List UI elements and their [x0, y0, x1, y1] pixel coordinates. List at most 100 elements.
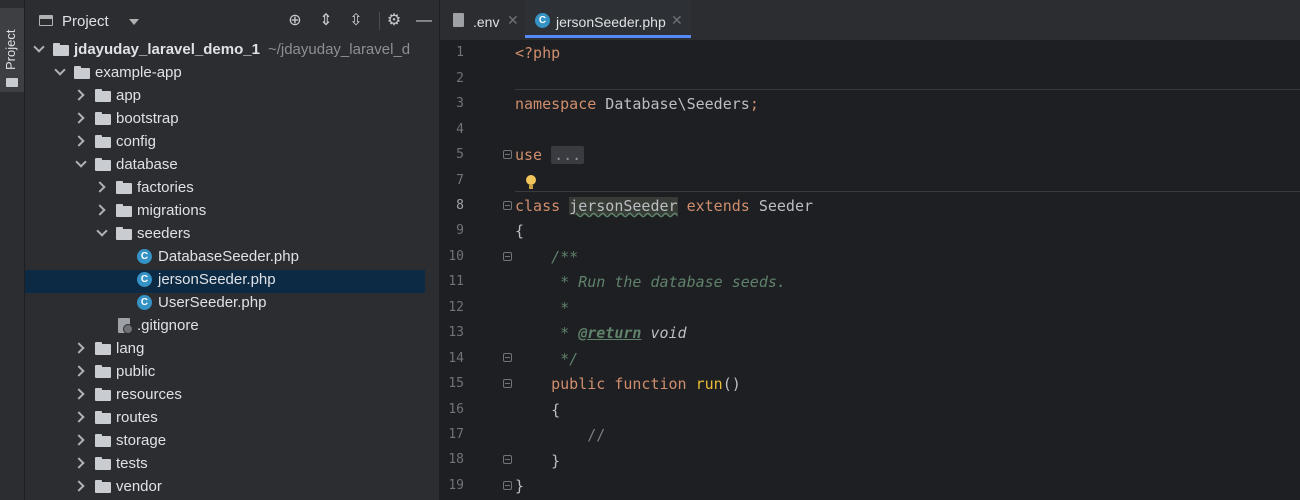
tree-item-databaseseeder[interactable]: C DatabaseSeeder.php — [25, 247, 425, 270]
tree-item-lang[interactable]: lang — [25, 339, 425, 362]
tree-item-app[interactable]: app — [25, 86, 425, 109]
code-editor[interactable]: 1 2 3 4 5 7 8 9 10 11 12 13 14 15 16 17 … — [440, 41, 1300, 500]
chevron-down-icon[interactable] — [54, 64, 66, 76]
gitignore-icon — [118, 318, 133, 334]
chevron-right-icon[interactable] — [73, 365, 85, 377]
line-number: 16 — [448, 402, 464, 417]
fold-toggle-icon[interactable] — [503, 481, 512, 490]
doc-type: void — [641, 324, 687, 342]
chevron-right-icon[interactable] — [94, 181, 106, 193]
chevron-right-icon[interactable] — [73, 135, 85, 147]
tree-item-label: DatabaseSeeder.php — [158, 248, 299, 265]
tree-item-bootstrap[interactable]: bootstrap — [25, 109, 425, 132]
expand-all-icon[interactable]: ⇕ — [315, 10, 337, 32]
chevron-right-icon[interactable] — [94, 204, 106, 216]
project-view-icon — [39, 15, 53, 26]
chevron-right-icon[interactable] — [73, 434, 85, 446]
fold-toggle-icon[interactable] — [503, 379, 512, 388]
php-class-icon: C — [137, 295, 152, 310]
tree-item-jersonseeder[interactable]: C jersonSeeder.php — [25, 270, 425, 293]
editor-tab-bar: .env ✕ C jersonSeeder.php ✕ — [440, 0, 1300, 41]
fold-toggle-icon[interactable] — [503, 201, 512, 210]
fold-toggle-icon[interactable] — [503, 150, 512, 159]
line-number: 17 — [448, 427, 464, 442]
keyword: public function — [515, 375, 687, 393]
close-icon[interactable]: ✕ — [671, 12, 683, 29]
tree-item-vendor[interactable]: vendor — [25, 477, 425, 500]
folder-icon — [116, 181, 132, 194]
tree-item-label: vendor — [116, 478, 162, 495]
keyword: namespace — [515, 95, 597, 113]
line-number: 2 — [456, 71, 464, 86]
chevron-right-icon[interactable] — [73, 89, 85, 101]
collapse-all-icon[interactable]: ⇳ — [345, 10, 367, 32]
tree-item-userseeder[interactable]: C UserSeeder.php — [25, 293, 425, 316]
chevron-right-icon[interactable] — [73, 411, 85, 423]
php-class-icon: C — [535, 13, 550, 28]
tree-item-database[interactable]: database — [25, 155, 425, 178]
folder-icon — [95, 411, 111, 424]
semicolon: ; — [749, 95, 759, 113]
active-tab-indicator — [525, 35, 691, 38]
class-name: jersonSeeder — [569, 197, 678, 215]
tree-item-config[interactable]: config — [25, 132, 425, 155]
chevron-right-icon[interactable] — [73, 112, 85, 124]
folder-icon — [95, 89, 111, 102]
line-number: 14 — [448, 351, 464, 366]
code-line-18: } — [515, 452, 561, 470]
code-line-17: // — [515, 426, 606, 444]
tree-item-factories[interactable]: factories — [25, 178, 425, 201]
folded-region[interactable]: ... — [551, 146, 585, 164]
tree-item-seeders[interactable]: seeders — [25, 224, 425, 247]
tree-item-project-root[interactable]: jdayuday_laravel_demo_1 ~/jdayuday_larave… — [25, 40, 425, 63]
code-line-3: namespace Database\Seeders; — [515, 92, 759, 117]
project-panel-header: Project ⊕ ⇕ ⇳ ⚙ — — [25, 0, 439, 40]
fold-toggle-icon[interactable] — [503, 353, 512, 362]
tree-item-example-app[interactable]: example-app — [25, 63, 425, 86]
folder-icon — [95, 388, 111, 401]
folder-icon — [95, 158, 111, 171]
close-icon[interactable]: ✕ — [507, 12, 519, 29]
chevron-down-icon[interactable] — [96, 225, 108, 237]
chevron-right-icon[interactable] — [73, 457, 85, 469]
project-panel-title[interactable]: Project — [62, 13, 109, 30]
folder-icon — [95, 135, 111, 148]
project-tool-tab[interactable]: Project — [0, 8, 24, 92]
chevron-down-icon[interactable] — [75, 156, 87, 168]
chevron-right-icon[interactable] — [73, 480, 85, 492]
folder-icon — [95, 112, 111, 125]
chevron-down-icon[interactable] — [129, 19, 139, 25]
fold-toggle-icon[interactable] — [503, 455, 512, 464]
tree-item-gitignore[interactable]: .gitignore — [25, 316, 425, 339]
locate-icon[interactable]: ⊕ — [284, 10, 306, 32]
tree-item-public[interactable]: public — [25, 362, 425, 385]
folder-icon — [6, 78, 18, 87]
code-line-9: { — [515, 222, 525, 240]
chevron-right-icon[interactable] — [73, 388, 85, 400]
code-area[interactable]: <?php namespace Database\Seeders; use ..… — [515, 41, 1300, 500]
tree-item-storage[interactable]: storage — [25, 431, 425, 454]
tab-jersonseeder[interactable]: C jersonSeeder.php ✕ — [525, 0, 691, 40]
function-name: run — [686, 375, 723, 393]
project-panel: Project ⊕ ⇕ ⇳ ⚙ — jdayuday_laravel_demo_… — [25, 0, 458, 500]
line-number: 4 — [456, 122, 464, 137]
tree-item-resources[interactable]: resources — [25, 385, 425, 408]
tab-env[interactable]: .env ✕ — [440, 0, 524, 40]
gear-icon[interactable]: ⚙ — [383, 10, 405, 32]
fold-toggle-icon[interactable] — [503, 252, 512, 261]
line-number: 19 — [448, 478, 464, 493]
code-line-16: { — [515, 401, 561, 419]
chevron-down-icon[interactable] — [33, 41, 45, 53]
folder-icon — [95, 457, 111, 470]
hide-icon[interactable]: — — [413, 10, 435, 32]
tree-item-label: storage — [116, 432, 167, 449]
code-line-10: /** — [515, 248, 579, 266]
tree-item-label: jersonSeeder.php — [158, 271, 276, 288]
tree-item-migrations[interactable]: migrations — [25, 201, 425, 224]
project-tool-label: Project — [3, 29, 18, 70]
chevron-right-icon[interactable] — [73, 342, 85, 354]
tree-item-tests[interactable]: tests — [25, 454, 425, 477]
tree-item-routes[interactable]: routes — [25, 408, 425, 431]
tree-item-label: config — [116, 133, 157, 150]
php-open-tag: <?php — [515, 44, 561, 62]
